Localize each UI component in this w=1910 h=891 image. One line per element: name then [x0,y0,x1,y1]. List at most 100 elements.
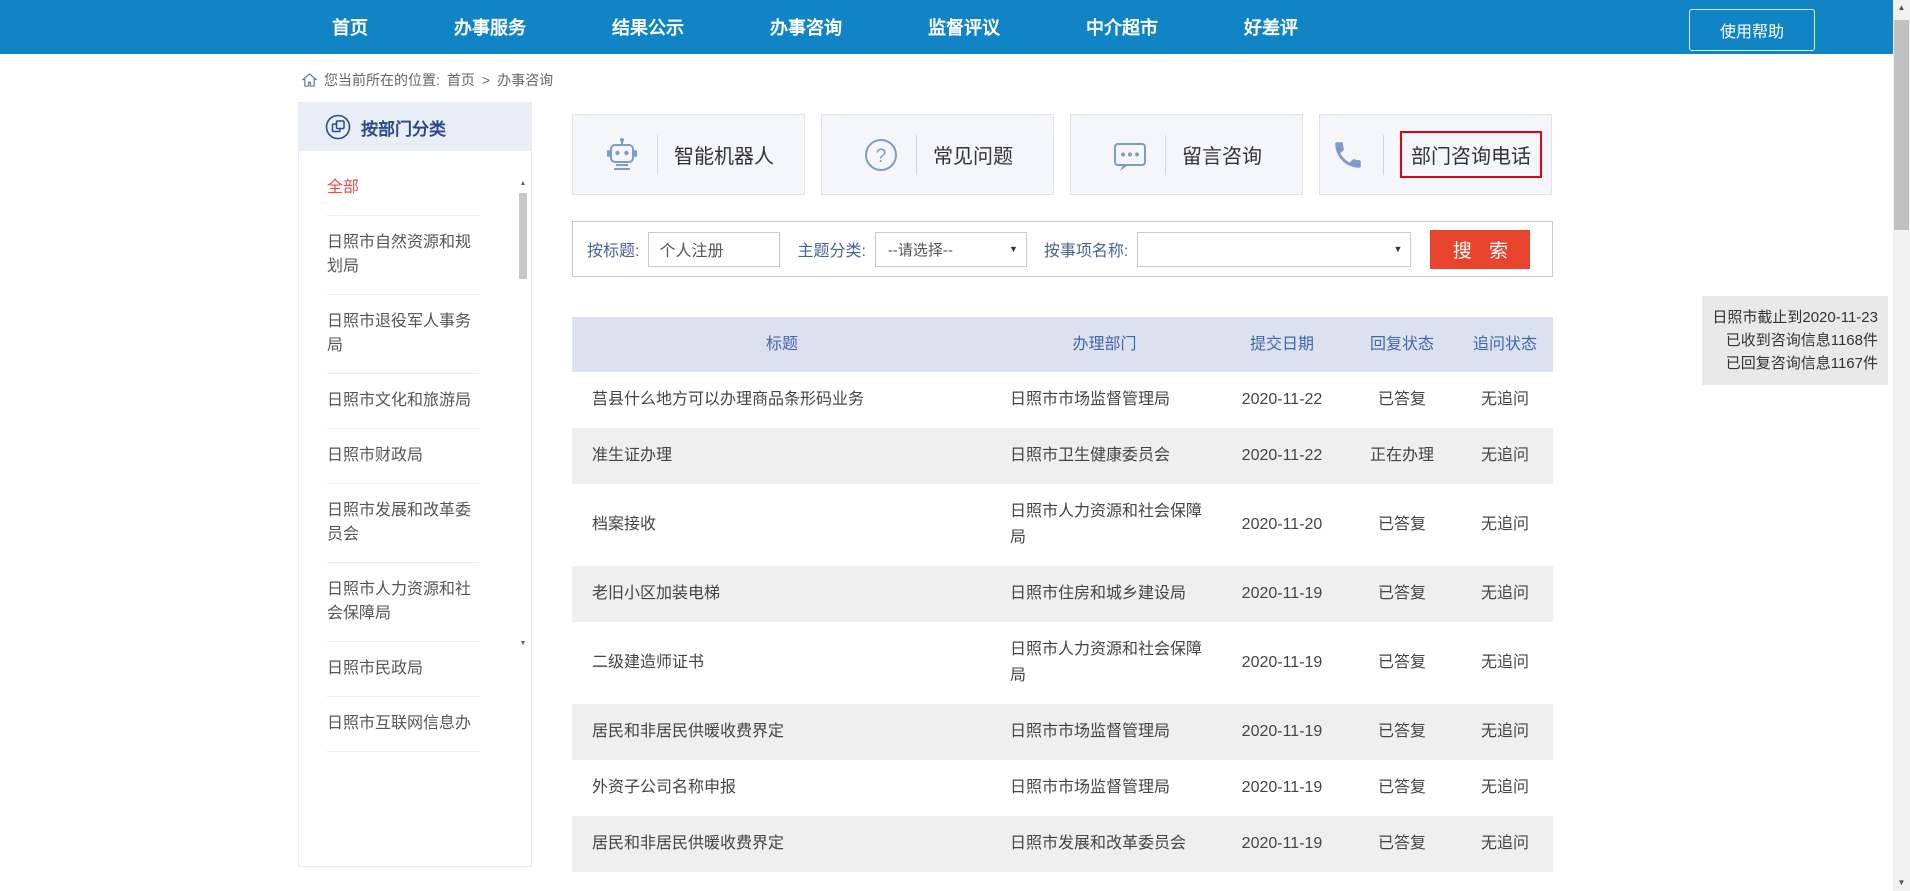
row-date: 2020-11-19 [1217,635,1347,691]
column-header-date: 提交日期 [1217,332,1347,358]
table-header-row: 标题 办理部门 提交日期 回复状态 追问状态 [572,317,1553,372]
consultation-stats-box: 日照市截止到2020-11-23 已收到咨询信息1168件 已回复咨询信息116… [1702,296,1888,385]
message-icon [1111,136,1149,174]
sidebar-scrollbar[interactable]: ▲ ▼ [518,179,528,649]
sidebar-scrollbar-thumb[interactable] [519,193,527,279]
row-reply-status: 已答复 [1347,704,1457,760]
row-title-link[interactable]: 二级建造师证书 [572,635,992,691]
department-list: 全部 日照市自然资源和规划局 日照市退役军人事务局 日照市文化和旅游局 日照市财… [299,151,531,752]
column-header-reply: 回复状态 [1347,332,1457,358]
row-follow-status: 无追问 [1457,704,1553,760]
row-date: 2020-11-19 [1217,566,1347,622]
item-filter-label: 按事项名称: [1044,237,1128,261]
row-title-link[interactable]: 准生证办理 [572,428,992,484]
tab-smart-robot[interactable]: 智能机器人 [572,114,805,195]
stats-line-date: 日照市截止到2020-11-23 [1710,306,1878,329]
title-search-input[interactable] [648,232,780,267]
top-navigation: 首页 办事服务 结果公示 办事咨询 监督评议 中介超市 好差评 使用帮助 [0,0,1910,54]
topic-select-value: --请选择-- [888,239,1003,260]
column-header-follow: 追问状态 [1457,332,1553,358]
main-panel: 智能机器人 ? 常见问题 [572,102,1553,872]
row-reply-status: 已答复 [1347,816,1457,872]
nav-item-rating[interactable]: 好差评 [1244,14,1298,40]
row-dept: 日照市卫生健康委员会 [992,428,1217,484]
tab-divider [916,135,917,175]
tab-faq[interactable]: ? 常见问题 [821,114,1054,195]
column-header-title: 标题 [572,332,992,358]
table-row: 准生证办理 日照市卫生健康委员会 2020-11-22 正在办理 无追问 [572,428,1553,484]
row-dept: 日照市人力资源和社会保障局 [992,484,1217,566]
row-title-link[interactable]: 档案接收 [572,497,992,553]
row-title-link[interactable]: 老旧小区加装电梯 [572,566,992,622]
sidebar-item-culture-tourism[interactable]: 日照市文化和旅游局 [327,374,479,429]
nav-item-consult[interactable]: 办事咨询 [770,14,842,40]
row-title-link[interactable]: 居民和非居民供暖收费界定 [572,704,992,760]
scroll-down-icon[interactable]: ▼ [1893,875,1910,891]
table-body: 莒县什么地方可以办理商品条形码业务 日照市市场监督管理局 2020-11-22 … [572,372,1553,872]
sidebar-scroll-down-icon[interactable]: ▼ [518,639,528,649]
row-date: 2020-11-19 [1217,760,1347,816]
tab-divider [1165,135,1166,175]
nav-item-agency[interactable]: 中介超市 [1086,14,1158,40]
sidebar-item-human-resources[interactable]: 日照市人力资源和社会保障局 [327,563,479,642]
row-title-link[interactable]: 居民和非居民供暖收费界定 [572,816,992,872]
row-reply-status: 正在办理 [1347,428,1457,484]
stats-line-replied: 已回复咨询信息1167件 [1710,352,1878,375]
row-date: 2020-11-19 [1217,704,1347,760]
page-scrollbar[interactable]: ▲ ▼ [1893,0,1910,891]
tab-department-phone[interactable]: 部门咨询电话 [1319,114,1552,195]
tab-label: 留言咨询 [1182,140,1262,169]
row-title-link[interactable]: 莒县什么地方可以办理商品条形码业务 [572,372,992,428]
sidebar-item-veterans[interactable]: 日照市退役军人事务局 [327,295,479,374]
table-row: 居民和非居民供暖收费界定 日照市市场监督管理局 2020-11-19 已答复 无… [572,704,1553,760]
home-icon [302,73,317,87]
topic-filter-label: 主题分类: [797,237,865,261]
row-reply-status: 已答复 [1347,760,1457,816]
topic-select[interactable]: --请选择-- ▼ [875,232,1027,267]
nav-item-supervision[interactable]: 监督评议 [928,14,1000,40]
nav-item-results[interactable]: 结果公示 [612,14,684,40]
page-scrollbar-thumb[interactable] [1894,20,1909,230]
tab-divider [1383,135,1384,175]
question-icon: ? [862,136,900,174]
nav-item-home[interactable]: 首页 [332,14,368,40]
scroll-up-icon[interactable]: ▲ [1893,0,1910,16]
breadcrumb-prefix: 您当前所在的位置: [324,70,440,90]
row-follow-status: 无追问 [1457,760,1553,816]
tab-label-highlighted: 部门咨询电话 [1400,131,1542,178]
row-reply-status: 已答复 [1347,566,1457,622]
sidebar-item-natural-resources[interactable]: 日照市自然资源和规划局 [327,216,479,295]
row-reply-status: 已答复 [1347,372,1457,428]
nav-item-services[interactable]: 办事服务 [454,14,526,40]
phone-icon [1329,136,1367,174]
row-title-link[interactable]: 外资子公司名称申报 [572,760,992,816]
category-icon [325,114,351,140]
row-date: 2020-11-20 [1217,497,1347,553]
row-follow-status: 无追问 [1457,816,1553,872]
sidebar-item-internet-info[interactable]: 日照市互联网信息办 [327,697,479,752]
sidebar-item-civil-affairs[interactable]: 日照市民政局 [327,642,479,697]
row-reply-status: 已答复 [1347,497,1457,553]
row-reply-status: 已答复 [1347,635,1457,691]
column-header-dept: 办理部门 [992,332,1217,358]
table-row: 档案接收 日照市人力资源和社会保障局 2020-11-20 已答复 无追问 [572,484,1553,566]
table-row: 居民和非居民供暖收费界定 日照市发展和改革委员会 2020-11-19 已答复 … [572,816,1553,872]
row-follow-status: 无追问 [1457,372,1553,428]
table-row: 外资子公司名称申报 日照市市场监督管理局 2020-11-19 已答复 无追问 [572,760,1553,816]
row-follow-status: 无追问 [1457,566,1553,622]
sidebar-item-development-reform[interactable]: 日照市发展和改革委员会 [327,484,479,563]
sidebar-item-finance[interactable]: 日照市财政局 [327,429,479,484]
row-dept: 日照市市场监督管理局 [992,760,1217,816]
item-select[interactable]: ▼ [1137,232,1411,267]
sidebar-item-all[interactable]: 全部 [327,161,479,216]
sidebar-scroll-up-icon[interactable]: ▲ [518,179,528,189]
stats-line-received: 已收到咨询信息1168件 [1710,329,1878,352]
row-follow-status: 无追问 [1457,428,1553,484]
breadcrumb-home[interactable]: 首页 [447,70,475,90]
search-button[interactable]: 搜 索 [1430,230,1530,269]
breadcrumb-separator: > [482,72,490,88]
help-button[interactable]: 使用帮助 [1689,9,1815,51]
tab-label: 智能机器人 [674,140,774,169]
consultation-table: 标题 办理部门 提交日期 回复状态 追问状态 莒县什么地方可以办理商品条形码业务… [572,317,1553,872]
tab-message-consult[interactable]: 留言咨询 [1070,114,1303,195]
